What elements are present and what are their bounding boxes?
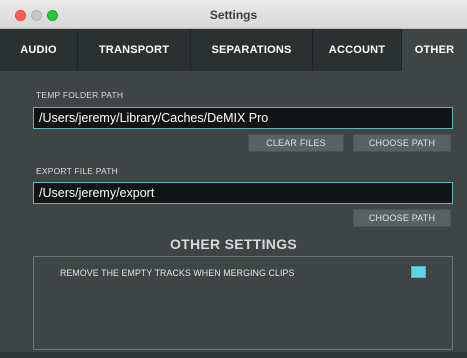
choose-export-path-button[interactable]: CHOOSE PATH: [353, 209, 451, 227]
temp-folder-label: TEMP FOLDER PATH: [36, 90, 124, 100]
tab-other[interactable]: OTHER: [402, 29, 467, 71]
other-settings-panel: REMOVE THE EMPTY TRACKS WHEN MERGING CLI…: [33, 256, 453, 350]
tab-transport[interactable]: TRANSPORT: [78, 29, 191, 71]
export-path-field[interactable]: /Users/jeremy/export: [33, 182, 453, 204]
clear-files-button[interactable]: CLEAR FILES: [248, 134, 344, 152]
title-bar: Settings: [0, 0, 467, 29]
tab-account[interactable]: ACCOUNT: [313, 29, 402, 71]
export-path-label: EXPORT FILE PATH: [36, 166, 118, 176]
remove-empty-tracks-checkbox[interactable]: [411, 266, 426, 278]
window-bottom-edge: [0, 352, 467, 358]
choose-temp-path-button[interactable]: CHOOSE PATH: [353, 134, 451, 152]
window-title: Settings: [209, 8, 258, 22]
settings-window: Settings AUDIO TRANSPORT SEPARATIONS ACC…: [0, 0, 467, 358]
tab-separations[interactable]: SEPARATIONS: [191, 29, 313, 71]
remove-empty-tracks-label: REMOVE THE EMPTY TRACKS WHEN MERGING CLI…: [60, 268, 295, 278]
other-settings-heading: OTHER SETTINGS: [169, 236, 298, 252]
settings-tab-bar: AUDIO TRANSPORT SEPARATIONS ACCOUNT OTHE…: [0, 29, 467, 71]
tab-audio[interactable]: AUDIO: [0, 29, 78, 71]
temp-folder-path-field[interactable]: /Users/jeremy/Library/Caches/DeMIX Pro: [33, 107, 453, 129]
